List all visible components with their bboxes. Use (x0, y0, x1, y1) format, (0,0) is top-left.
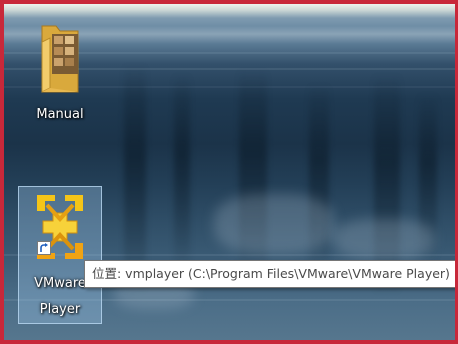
light-reflection (334, 219, 434, 259)
desktop-icon-label: Manual (36, 107, 84, 122)
desktop[interactable]: Manual VMware Player 位置: vmplayer (C:\Pr… (0, 0, 458, 344)
shortcut-arrow-icon (37, 241, 51, 255)
location-tooltip: 位置: vmplayer (C:\Program Files\VMware\VM… (84, 260, 455, 288)
desktop-icon-vmware-player[interactable]: VMware Player (18, 186, 102, 324)
desktop-icon-label-line2: Player (39, 302, 81, 317)
light-reflection (214, 194, 334, 254)
folder-icon (38, 20, 86, 96)
tree-reflection (174, 74, 190, 274)
desktop-icon-manual[interactable]: Manual (26, 10, 94, 130)
